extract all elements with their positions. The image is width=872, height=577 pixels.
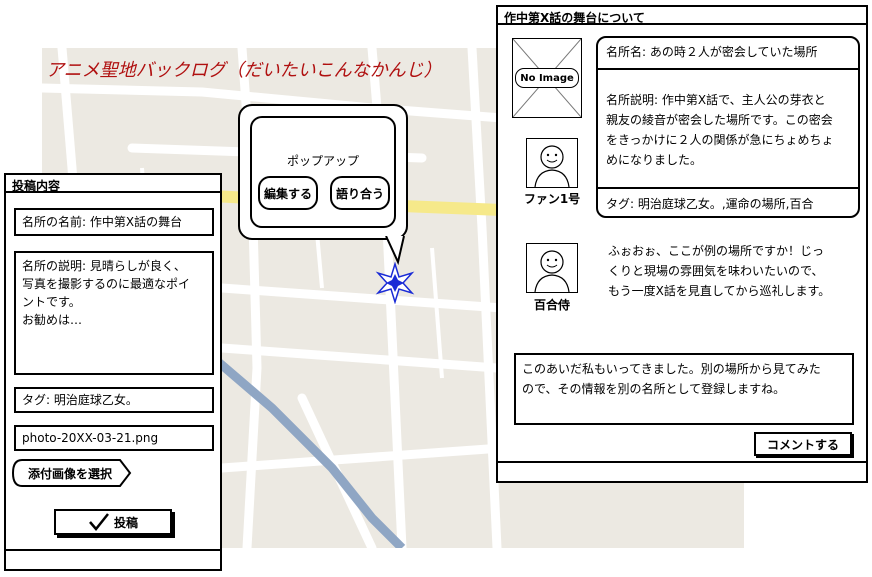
discuss-button[interactable]: 語り合う: [330, 176, 390, 210]
place-name: 名所名: あの時２人が密会していた場所: [606, 45, 818, 59]
submit-button[interactable]: 投稿: [54, 509, 172, 535]
user-avatar-icon: [534, 145, 570, 188]
comment-input-line: このあいだ私もいってきました。別の場所から見てみた: [522, 362, 821, 376]
comment-line: もう一度X話を見直してから巡礼します。: [608, 284, 831, 298]
place-description-line: 親友の綾音が密会した場所です。この密会: [606, 113, 833, 127]
description-field[interactable]: 名所の説明: 見晴らしが良く、 写真を撮影するのに最適なポイ ントです。 お勧め…: [14, 251, 214, 375]
post-panel-footer: [6, 549, 220, 569]
popup: ポップアップ 編集する 語り合う: [238, 104, 408, 240]
app-title: アニメ聖地バックログ（だいたいこんなかんじ）: [46, 60, 442, 81]
comment-author: ファン1号: [523, 192, 581, 206]
comment-line: ふぉおぉ、ここが例の場所ですか！じっ: [608, 244, 825, 258]
place-name-field[interactable]: 名所の名前: 作中第X話の舞台: [14, 208, 214, 236]
submit-label: 投稿: [113, 515, 138, 530]
place-description: 名所説明: 作中第X話で、主人公の芽衣と 親友の綾音が密会した場所です。この密会…: [606, 90, 834, 170]
post-panel: 投稿内容 名所の名前: 作中第X話の舞台 名所の説明: 見晴らしが良く、 写真を…: [4, 173, 222, 571]
description-line: お勧めは…: [22, 313, 83, 327]
comment-input-line: ので、その情報を別の名所として登録しますね。: [522, 382, 786, 396]
popup-pointer: [385, 236, 405, 266]
comment-author: 百合侍: [533, 298, 570, 312]
popup-title: ポップアップ: [286, 154, 359, 168]
card-divider: [598, 187, 858, 189]
avatar: [526, 243, 578, 293]
place-description-line: 名所説明: 作中第X話で、主人公の芽衣と: [606, 93, 826, 107]
checkmark-icon: [89, 513, 109, 531]
tag-field[interactable]: タグ: 明治庭球乙女。: [14, 387, 214, 413]
place-description-line: をきっかけに２人の関係が急にちょめちょ: [606, 133, 834, 147]
comment-line: くりと現場の雰囲気を味わいたいので、: [608, 264, 824, 278]
description-line: 名所の説明: 見晴らしが良く、: [22, 259, 186, 273]
edit-button[interactable]: 編集する: [258, 176, 318, 210]
file-name-field[interactable]: photo-20XX-03-21.png: [14, 425, 214, 451]
location-marker-icon[interactable]: [374, 262, 416, 304]
description-line: ントです。: [22, 295, 81, 309]
no-image-label: No Image: [515, 68, 579, 88]
detail-panel-footer: [498, 461, 866, 481]
comment-input[interactable]: このあいだ私もいってきました。別の場所から見てみた ので、その情報を別の名所とし…: [514, 353, 854, 425]
comment-button[interactable]: コメントする: [754, 432, 852, 456]
popup-inner: ポップアップ 編集する 語り合う: [250, 116, 396, 228]
post-panel-title: 投稿内容: [6, 175, 220, 193]
avatar: [526, 138, 578, 188]
place-tags: タグ: 明治庭球乙女。,運命の場所,百合: [606, 197, 814, 211]
comment-text: ふぉおぉ、ここが例の場所ですか！じっ くりと現場の雰囲気を味わいたいので、 もう…: [608, 241, 830, 301]
no-image-placeholder: No Image: [512, 38, 582, 118]
detail-panel: 作中第X話の舞台について No Image 名所名: あの時２人が密会していた場…: [496, 5, 868, 483]
description-line: 写真を撮影するのに最適なポイ: [22, 277, 191, 291]
select-image-button[interactable]: 添付画像を選択: [14, 459, 126, 487]
place-info-card: 名所名: あの時２人が密会していた場所 名所説明: 作中第X話で、主人公の芽衣と…: [596, 36, 860, 218]
detail-panel-title: 作中第X話の舞台について: [498, 7, 866, 25]
card-divider: [598, 68, 858, 70]
user-avatar-icon: [534, 250, 570, 293]
place-description-line: めになりました。: [606, 153, 703, 167]
